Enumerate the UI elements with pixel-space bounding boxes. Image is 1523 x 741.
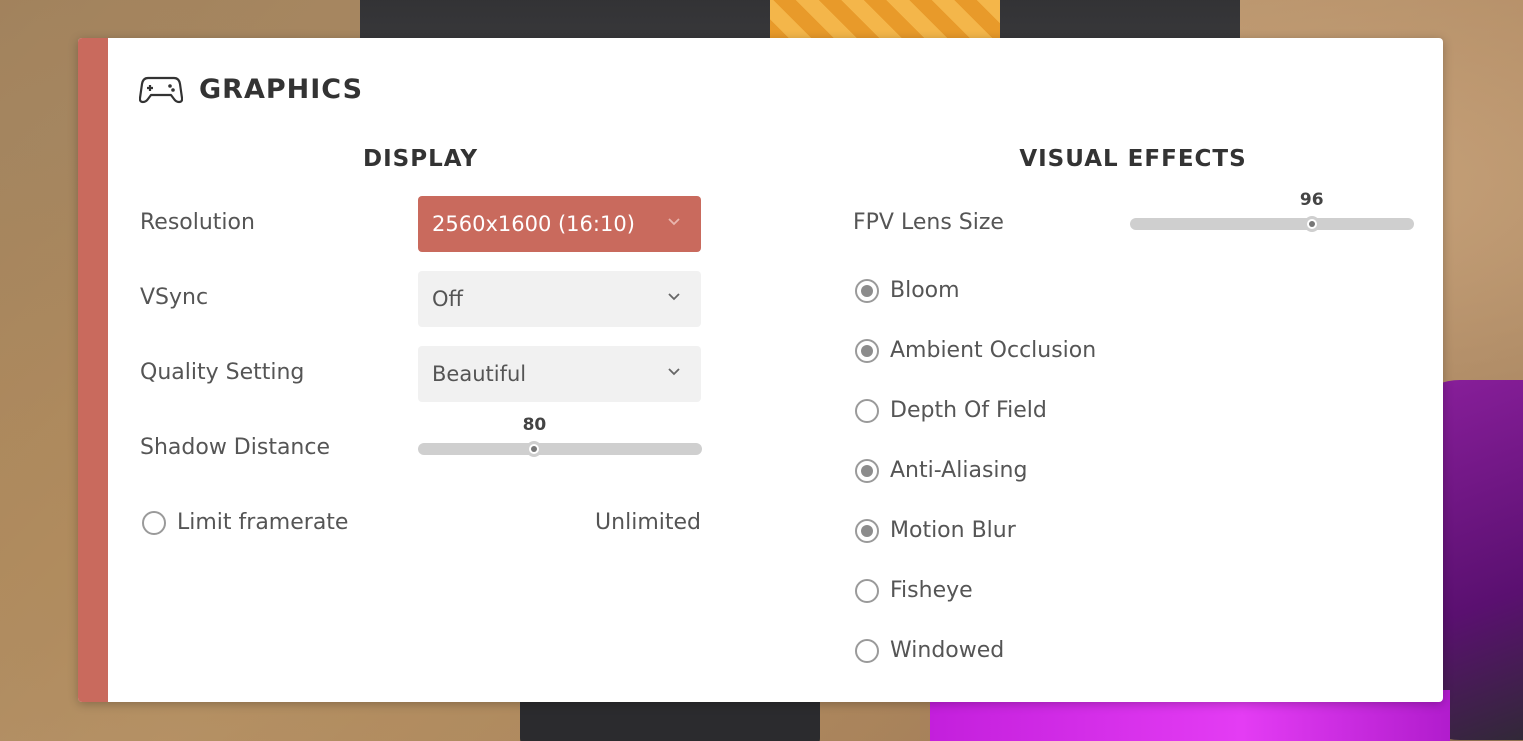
- ambient-occlusion-label: Ambient Occlusion: [890, 338, 1097, 363]
- shadow-distance-label: Shadow Distance: [140, 435, 330, 460]
- framerate-value: Unlimited: [595, 510, 701, 535]
- gamepad-icon: [139, 76, 183, 104]
- shadow-distance-slider[interactable]: [418, 441, 702, 457]
- vsync-value: Off: [432, 287, 463, 311]
- ambient-occlusion-radio[interactable]: [855, 338, 879, 363]
- windowed-label: Windowed: [890, 638, 1005, 663]
- chevron-down-icon: [668, 218, 680, 226]
- checkered-flag-shape: [770, 0, 1000, 42]
- vsync-label: VSync: [140, 285, 209, 310]
- motion-blur-toggle[interactable]: Motion Blur: [855, 518, 1016, 543]
- anti-aliasing-radio[interactable]: [855, 458, 879, 483]
- panel-title: GRAPHICS: [199, 73, 364, 105]
- fisheye-radio[interactable]: [855, 578, 879, 603]
- vsync-dropdown[interactable]: Off: [418, 271, 701, 327]
- ambient-occlusion-toggle[interactable]: Ambient Occlusion: [855, 338, 1096, 363]
- chevron-down-icon: [668, 293, 680, 301]
- bloom-radio[interactable]: [855, 278, 879, 303]
- fpv-lens-size-slider[interactable]: [1130, 216, 1414, 232]
- slider-knob[interactable]: [1303, 216, 1320, 232]
- display-section-title: DISPLAY: [363, 146, 478, 172]
- fisheye-toggle[interactable]: Fisheye: [855, 578, 973, 603]
- quality-setting-label: Quality Setting: [140, 360, 305, 385]
- limit-framerate-label: Limit framerate: [177, 510, 349, 535]
- slider-knob[interactable]: [526, 441, 543, 457]
- fpv-lens-size-label: FPV Lens Size: [853, 210, 1004, 235]
- quality-setting-dropdown[interactable]: Beautiful: [418, 346, 701, 402]
- depth-of-field-label: Depth Of Field: [890, 398, 1047, 423]
- resolution-value: 2560x1600 (16:10): [432, 212, 635, 236]
- quality-setting-value: Beautiful: [432, 362, 527, 386]
- motion-blur-label: Motion Blur: [890, 518, 1016, 543]
- chevron-down-icon: [668, 368, 680, 376]
- anti-aliasing-toggle[interactable]: Anti-Aliasing: [855, 458, 1027, 483]
- windowed-radio[interactable]: [855, 638, 879, 663]
- limit-framerate-radio[interactable]: [142, 510, 166, 535]
- fpv-lens-size-value: 96: [1299, 190, 1324, 210]
- shadow-distance-value: 80: [522, 415, 547, 435]
- bloom-toggle[interactable]: Bloom: [855, 278, 960, 303]
- panel-accent-bar: [78, 38, 108, 702]
- depth-of-field-toggle[interactable]: Depth Of Field: [855, 398, 1047, 423]
- motion-blur-radio[interactable]: [855, 518, 879, 543]
- depth-of-field-radio[interactable]: [855, 398, 879, 423]
- panel-header: GRAPHICS: [139, 72, 363, 106]
- windowed-toggle[interactable]: Windowed: [855, 638, 1004, 663]
- anti-aliasing-label: Anti-Aliasing: [890, 458, 1028, 483]
- fisheye-label: Fisheye: [890, 578, 973, 603]
- graphics-settings-panel: GRAPHICS DISPLAY Resolution 2560x1600 (1…: [78, 38, 1443, 702]
- resolution-dropdown[interactable]: 2560x1600 (16:10): [418, 196, 701, 252]
- resolution-label: Resolution: [140, 210, 255, 235]
- limit-framerate-toggle[interactable]: Limit framerate: [142, 510, 348, 535]
- bloom-label: Bloom: [890, 278, 960, 303]
- visual-effects-section-title: VISUAL EFFECTS: [1019, 146, 1247, 172]
